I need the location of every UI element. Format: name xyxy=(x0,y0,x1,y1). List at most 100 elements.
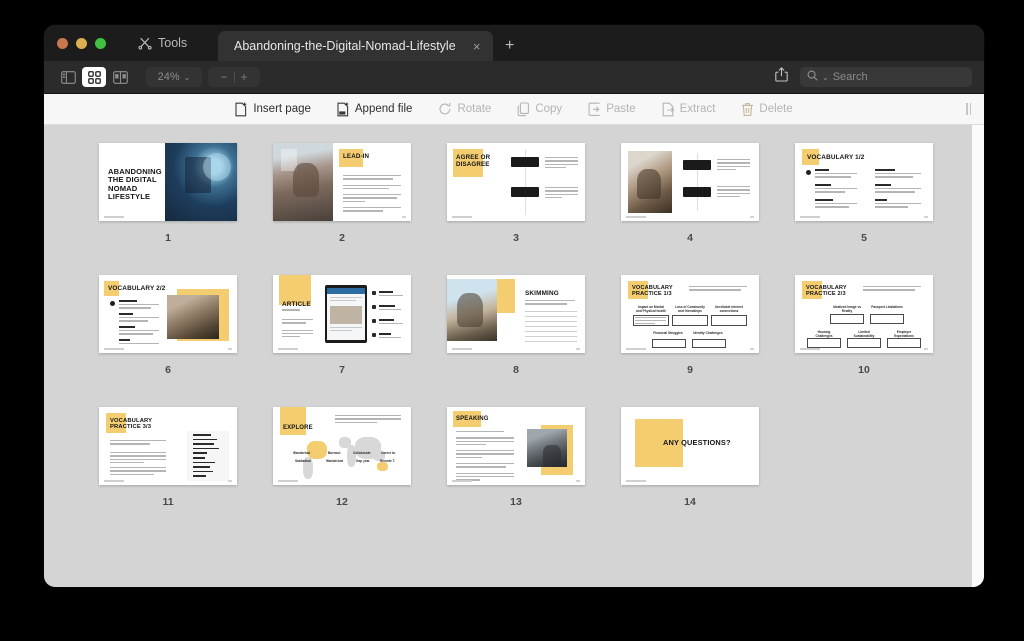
extract-label: Extract xyxy=(679,103,716,115)
tab-strip: Abandoning-the-Digital-Nomad-Lifestyle ×… xyxy=(218,31,527,61)
trash-icon xyxy=(741,102,754,117)
paste-button: Paste xyxy=(588,102,636,117)
copy-icon xyxy=(517,101,530,117)
page-thumbnail-4[interactable] xyxy=(621,143,759,221)
page-cell[interactable]: 4 xyxy=(603,143,777,275)
page-number-label: 6 xyxy=(165,364,171,376)
rotate-icon xyxy=(438,102,452,116)
page-cell[interactable]: SKIMMING 8 xyxy=(429,275,603,407)
page-number-label: 11 xyxy=(162,496,174,508)
page-thumbnail-1[interactable]: ABANDONING THE DIGITAL NOMAD LIFESTYLE xyxy=(99,143,237,221)
page-cell[interactable]: ABANDONING THE DIGITAL NOMAD LIFESTYLE 1 xyxy=(81,143,255,275)
screenshot-root: Tools Abandoning-the-Digital-Nomad-Lifes… xyxy=(0,0,1024,641)
new-tab-button[interactable]: + xyxy=(493,31,527,61)
two-page-view-button[interactable] xyxy=(108,67,132,87)
append-file-label: Append file xyxy=(354,103,413,115)
insert-page-label: Insert page xyxy=(253,103,311,115)
extract-icon xyxy=(662,102,675,117)
tab-active-document[interactable]: Abandoning-the-Digital-Nomad-Lifestyle × xyxy=(218,31,493,61)
grid-view-button[interactable] xyxy=(82,67,106,87)
thumbnail-canvas: ABANDONINGTHE DIGITALNOMADLIFESTYLE 1 xyxy=(44,125,984,587)
vertical-scrollbar[interactable] xyxy=(972,125,984,587)
resize-grabber-icon[interactable] xyxy=(966,103,971,115)
delete-button: Delete xyxy=(741,102,793,117)
page-thumbnail-8[interactable]: SKIMMING xyxy=(447,275,585,353)
page-thumbnail-10[interactable]: VOCABULARY PRACTICE 2/3 Idealized Image v… xyxy=(795,275,933,353)
page-cell[interactable]: VOCABULARY PRACTICE 1/3 Impact on Mental … xyxy=(603,275,777,407)
page-number-label: 9 xyxy=(687,364,693,376)
page-cell[interactable]: LEAD-IN 2 xyxy=(255,143,429,275)
page-thumbnail-6[interactable]: VOCABULARY 2/2 xyxy=(99,275,237,353)
page-number-label: 5 xyxy=(861,232,867,244)
two-page-spread-icon xyxy=(112,70,128,84)
toolbar-right-cluster: ⌄ Search xyxy=(770,67,972,87)
page-thumbnail-7[interactable]: ARTICLE xyxy=(273,275,411,353)
append-file-button[interactable]: Append file xyxy=(337,102,413,117)
tools-label: Tools xyxy=(158,36,188,50)
sidebar-view-button[interactable] xyxy=(56,67,80,87)
close-window-button[interactable] xyxy=(57,37,68,49)
grid-thumbnail-icon xyxy=(87,70,101,84)
page-cell[interactable]: VOCABULARY PRACTICE 3/3 11 xyxy=(81,407,255,539)
page-thumbnail-5[interactable]: VOCABULARY 1/2 xyxy=(795,143,933,221)
main-toolbar: 24% ⌄ − + ⌄ Search xyxy=(44,61,984,94)
minimize-window-button[interactable] xyxy=(76,37,87,49)
page-thumbnail-3[interactable]: AGREE OR DISAGREE xyxy=(447,143,585,221)
pdf-editor-window: Tools Abandoning-the-Digital-Nomad-Lifes… xyxy=(44,25,984,587)
view-mode-group xyxy=(56,67,132,87)
zoom-controls: 24% ⌄ − + xyxy=(146,67,260,87)
chevron-down-icon: ⌄ xyxy=(183,72,191,82)
page-cell[interactable]: ANY QUESTIONS? 14 xyxy=(603,407,777,539)
share-export-icon xyxy=(774,67,788,87)
maximize-window-button[interactable] xyxy=(95,37,106,49)
page-number-label: 3 xyxy=(513,232,519,244)
zoom-in-button[interactable]: + xyxy=(241,70,248,84)
page-number-label: 13 xyxy=(510,496,522,508)
paste-icon xyxy=(588,102,601,117)
tab-title: Abandoning-the-Digital-Nomad-Lifestyle xyxy=(234,39,456,53)
traffic-light-group xyxy=(57,37,106,49)
search-placeholder: Search xyxy=(832,71,868,83)
page-cell[interactable]: VOCABULARY 2/2 6 xyxy=(81,275,255,407)
page-number-label: 1 xyxy=(165,232,171,244)
page-thumbnail-14[interactable]: ANY QUESTIONS? xyxy=(621,407,759,485)
zoom-level-value: 24% xyxy=(157,71,180,83)
share-button[interactable] xyxy=(770,67,792,87)
insert-page-icon xyxy=(235,102,248,117)
zoom-level-dropdown[interactable]: 24% ⌄ xyxy=(146,67,202,87)
page-number-label: 12 xyxy=(336,496,348,508)
page-number-label: 10 xyxy=(858,364,870,376)
append-pdf-icon xyxy=(337,102,350,117)
page-number-label: 4 xyxy=(687,232,693,244)
window-titlebar: Tools Abandoning-the-Digital-Nomad-Lifes… xyxy=(44,25,984,61)
tools-button[interactable]: Tools xyxy=(132,33,193,53)
page-thumbnail-9[interactable]: VOCABULARY PRACTICE 1/3 Impact on Mental … xyxy=(621,275,759,353)
magnifier-icon xyxy=(807,68,818,86)
page-thumbnail-grid: ABANDONINGTHE DIGITALNOMADLIFESTYLE 1 xyxy=(44,143,984,539)
close-tab-icon[interactable]: × xyxy=(470,40,484,53)
page-thumbnail-12[interactable]: EXPLORE Wanderlust Sabbatical Burnout Wa… xyxy=(273,407,411,485)
extract-button: Extract xyxy=(662,102,716,117)
titlebar-left-cluster: Tools xyxy=(44,25,193,61)
page-thumbnail-11[interactable]: VOCABULARY PRACTICE 3/3 xyxy=(99,407,237,485)
insert-page-button[interactable]: Insert page xyxy=(235,102,311,117)
page-thumbnail-13[interactable]: SPEAKING xyxy=(447,407,585,485)
copy-label: Copy xyxy=(535,103,563,115)
page-cell[interactable]: SPEAKING 13 xyxy=(429,407,603,539)
page-cell[interactable]: VOCABULARY 1/2 5 xyxy=(777,143,951,275)
zoom-out-button[interactable]: − xyxy=(220,70,227,84)
paste-label: Paste xyxy=(606,103,636,115)
stepper-divider xyxy=(233,71,235,83)
search-scope-chevron-icon[interactable]: ⌄ xyxy=(822,73,829,82)
page-cell[interactable]: EXPLORE Wanderlust Sabbatical Burnout Wa… xyxy=(255,407,429,539)
page-number-label: 14 xyxy=(684,496,696,508)
page-number-label: 2 xyxy=(339,232,345,244)
page-cell[interactable]: AGREE OR DISAGREE 3 xyxy=(429,143,603,275)
page-cell[interactable]: ARTICLE 7 xyxy=(255,275,429,407)
page-number-label: 7 xyxy=(339,364,345,376)
rotate-button: Rotate xyxy=(438,102,491,116)
search-field[interactable]: ⌄ Search xyxy=(800,67,972,87)
page-cell[interactable]: VOCABULARY PRACTICE 2/3 Idealized Image v… xyxy=(777,275,951,407)
page-thumbnail-2[interactable]: LEAD-IN xyxy=(273,143,411,221)
page-action-toolbar: Insert page Append file Rotate Copy Past… xyxy=(44,94,984,125)
